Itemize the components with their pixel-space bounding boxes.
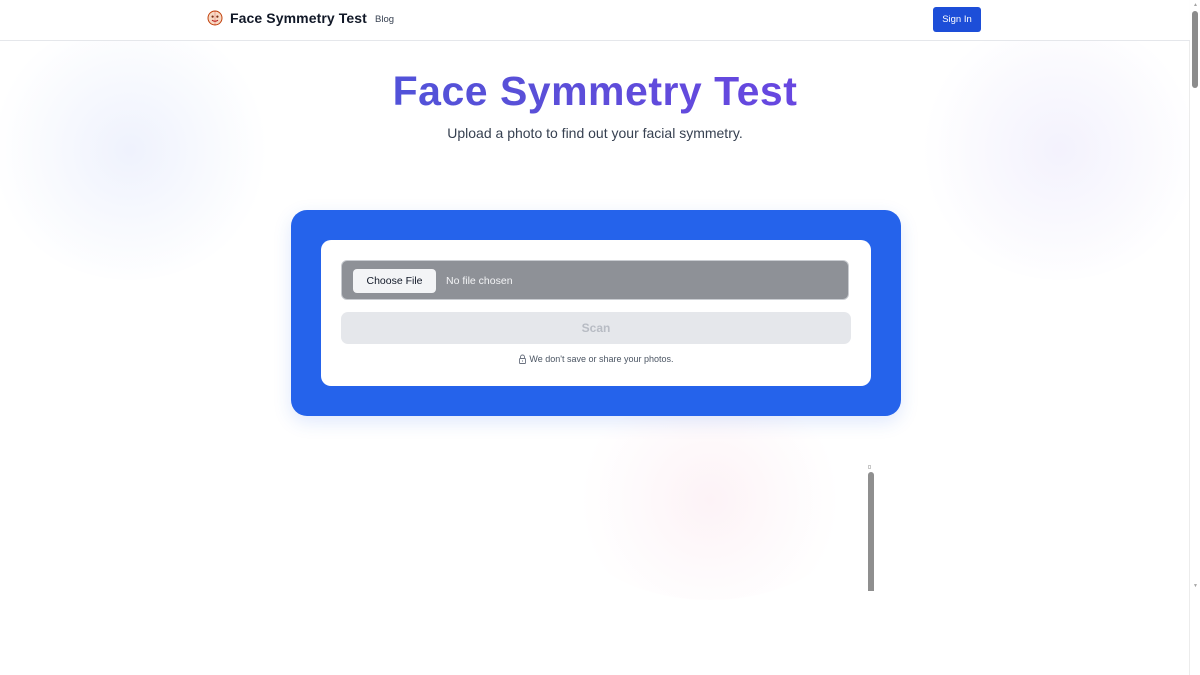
page: Face Symmetry Test Blog Sign In Face Sym… bbox=[0, 0, 1200, 675]
privacy-note-text: We don't save or share your photos. bbox=[529, 354, 674, 364]
upload-panel: Choose File No file chosen Scan We don't… bbox=[291, 210, 901, 416]
page-scrollbar[interactable]: ▲ ▼ bbox=[1189, 0, 1200, 675]
face-logo-icon bbox=[207, 10, 223, 26]
background-glow-left bbox=[0, 20, 270, 280]
privacy-note: We don't save or share your photos. bbox=[321, 354, 871, 364]
scrollbar-thumb[interactable] bbox=[1192, 11, 1198, 88]
scroll-down-icon[interactable]: ▼ bbox=[1193, 584, 1198, 589]
file-input[interactable]: Choose File No file chosen bbox=[341, 260, 849, 300]
file-status-text: No file chosen bbox=[446, 275, 513, 287]
scan-button[interactable]: Scan bbox=[341, 312, 851, 344]
background-glow-right bbox=[920, 20, 1200, 280]
scroll-up-icon[interactable]: ▲ bbox=[1193, 3, 1198, 8]
brand-link[interactable]: Face Symmetry Test bbox=[207, 10, 367, 26]
nav-link-blog[interactable]: Blog bbox=[375, 14, 394, 25]
site-header: Face Symmetry Test Blog Sign In bbox=[0, 0, 1190, 41]
lock-icon bbox=[518, 354, 527, 364]
inner-scrollbar-thumb[interactable] bbox=[868, 472, 874, 591]
choose-file-button[interactable]: Choose File bbox=[353, 269, 436, 293]
page-subtitle: Upload a photo to find out your facial s… bbox=[447, 125, 743, 141]
inner-scroll-arrow-icon[interactable] bbox=[868, 465, 871, 469]
background-glow-bottom bbox=[560, 400, 860, 600]
upload-card: Choose File No file chosen Scan We don't… bbox=[321, 240, 871, 386]
page-title: Face Symmetry Test bbox=[0, 66, 1190, 116]
sign-in-button[interactable]: Sign In bbox=[933, 7, 981, 32]
brand-name: Face Symmetry Test bbox=[230, 10, 367, 26]
